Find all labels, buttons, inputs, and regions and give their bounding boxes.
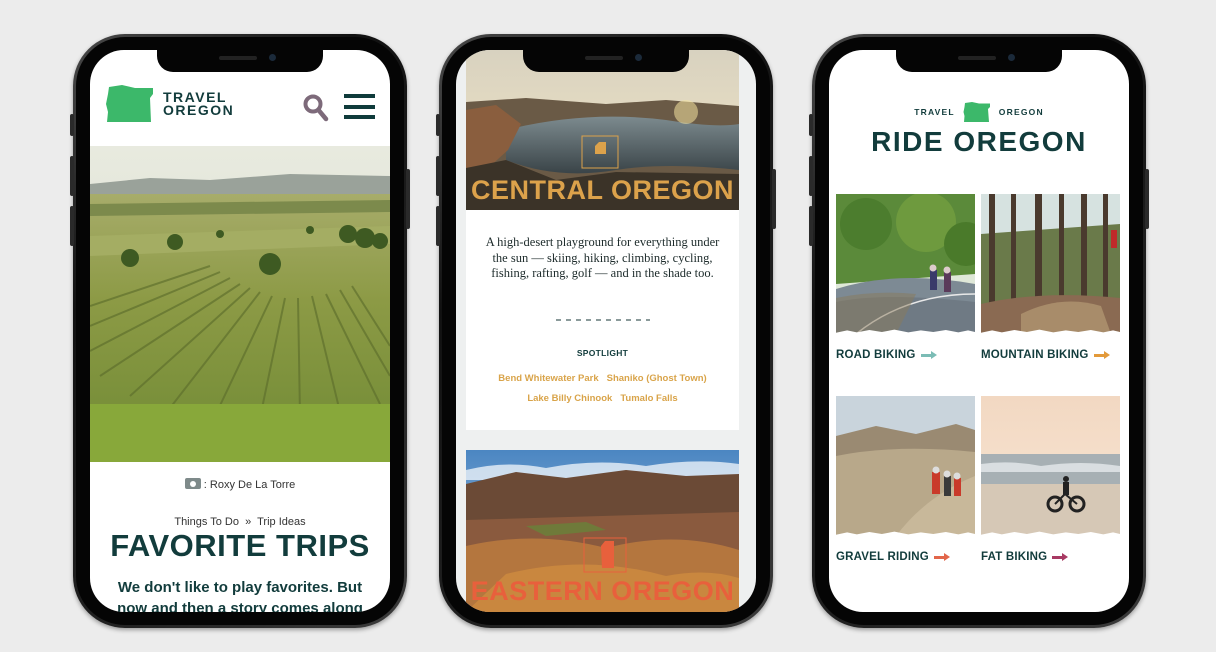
screen-ride-oregon: TRAVEL OREGON RIDE OREGON ROAD BIKING MO… [829, 50, 1129, 612]
road-biking-photo [836, 194, 975, 334]
tile-fat-biking[interactable]: FAT BIKING [981, 396, 1120, 563]
gravel-riding-text: GRAVEL RIDING [836, 551, 929, 563]
arrow-right-icon [1052, 552, 1069, 562]
hamburger-menu-icon[interactable] [344, 94, 375, 119]
photo-credit: : Roxy De La Torre [90, 478, 390, 491]
spotlight-link-tumalo-falls[interactable]: Tumalo Falls [620, 393, 677, 404]
spotlight-heading: SPOTLIGHT [576, 348, 629, 358]
fat-biking-text: FAT BIKING [981, 551, 1048, 563]
phone-notch [523, 50, 689, 72]
brand-text-travel: TRAVEL [914, 107, 955, 117]
vineyard-photo [90, 146, 390, 462]
spotlight-link-bend-whitewater-park[interactable]: Bend Whitewater Park [498, 373, 598, 384]
eastern-oregon-hero[interactable]: EASTERN OREGON [466, 450, 739, 612]
breadcrumb-things-to-do[interactable]: Things To Do [174, 516, 239, 528]
mountain-biking-text: MOUNTAIN BIKING [981, 349, 1089, 361]
divider [556, 319, 650, 321]
phone-mockup-1: TRAVEL OREGON: Roxy De La Torre Things … [70, 34, 410, 628]
mountain-biking-photo [981, 194, 1120, 334]
gravel-riding-photo [836, 396, 975, 536]
tile-label-fat-biking: FAT BIKING [981, 551, 1120, 563]
screen-favorite-trips: TRAVEL OREGON: Roxy De La Torre Things … [90, 50, 390, 612]
oregon-logo-icon [963, 102, 990, 122]
photo-credit-text: : Roxy De La Torre [203, 479, 296, 491]
oregon-logo-icon [106, 85, 153, 122]
central-oregon-title: CENTRAL OREGON [470, 175, 734, 205]
tile-label-road-biking: ROAD BIKING [836, 349, 975, 361]
region-card: A high-desert playground for everything … [466, 210, 739, 430]
arrow-right-icon [1093, 350, 1110, 360]
road-biking-text: ROAD BIKING [836, 349, 916, 361]
breadcrumb: Things To Do » Trip Ideas [90, 516, 390, 528]
travel-oregon-logo-small[interactable]: TRAVEL OREGON [829, 101, 1129, 123]
phone-mockup-3: TRAVEL OREGON RIDE OREGON ROAD BIKING MO… [809, 34, 1149, 628]
phone-notch [157, 50, 323, 72]
screen-regions: CENTRAL OREGON A high-desert playground … [456, 50, 756, 612]
brand-text-oregon: OREGON [998, 107, 1044, 117]
central-oregon-hero[interactable]: CENTRAL OREGON [466, 50, 739, 210]
intro-text: We don't like to play favorites. But now… [117, 579, 363, 612]
arrow-right-icon [920, 350, 937, 360]
logo-text-oregon: OREGON [163, 102, 235, 118]
camera-icon [184, 478, 201, 489]
phone-notch [896, 50, 1062, 72]
region-description: A high-desert playground for everything … [485, 235, 720, 280]
breadcrumb-separator: » [245, 516, 252, 528]
spotlight-link-shaniko[interactable]: Shaniko (Ghost Town) [607, 373, 707, 384]
tile-label-gravel-riding: GRAVEL RIDING [836, 551, 975, 563]
eastern-oregon-title: EASTERN OREGON [470, 576, 735, 606]
breadcrumb-trip-ideas[interactable]: Trip Ideas [257, 516, 306, 528]
spotlight-links: Bend Whitewater Park Shaniko (Ghost Town)… [466, 369, 739, 409]
tile-label-mountain-biking: MOUNTAIN BIKING [981, 349, 1120, 361]
search-icon[interactable] [303, 94, 329, 122]
page-title: FAVORITE TRIPS [110, 528, 370, 563]
spotlight-link-lake-billy-chinook[interactable]: Lake Billy Chinook [527, 393, 612, 404]
fat-biking-photo [981, 396, 1120, 536]
arrow-right-icon [933, 552, 950, 562]
tile-gravel-riding[interactable]: GRAVEL RIDING [836, 396, 975, 563]
page-title: RIDE OREGON [871, 126, 1087, 157]
travel-oregon-logo[interactable]: TRAVEL OREGON [105, 84, 234, 124]
phone-mockup-2: CENTRAL OREGON A high-desert playground … [436, 34, 776, 628]
tile-mountain-biking[interactable]: MOUNTAIN BIKING [981, 194, 1120, 361]
tile-road-biking[interactable]: ROAD BIKING [836, 194, 975, 361]
